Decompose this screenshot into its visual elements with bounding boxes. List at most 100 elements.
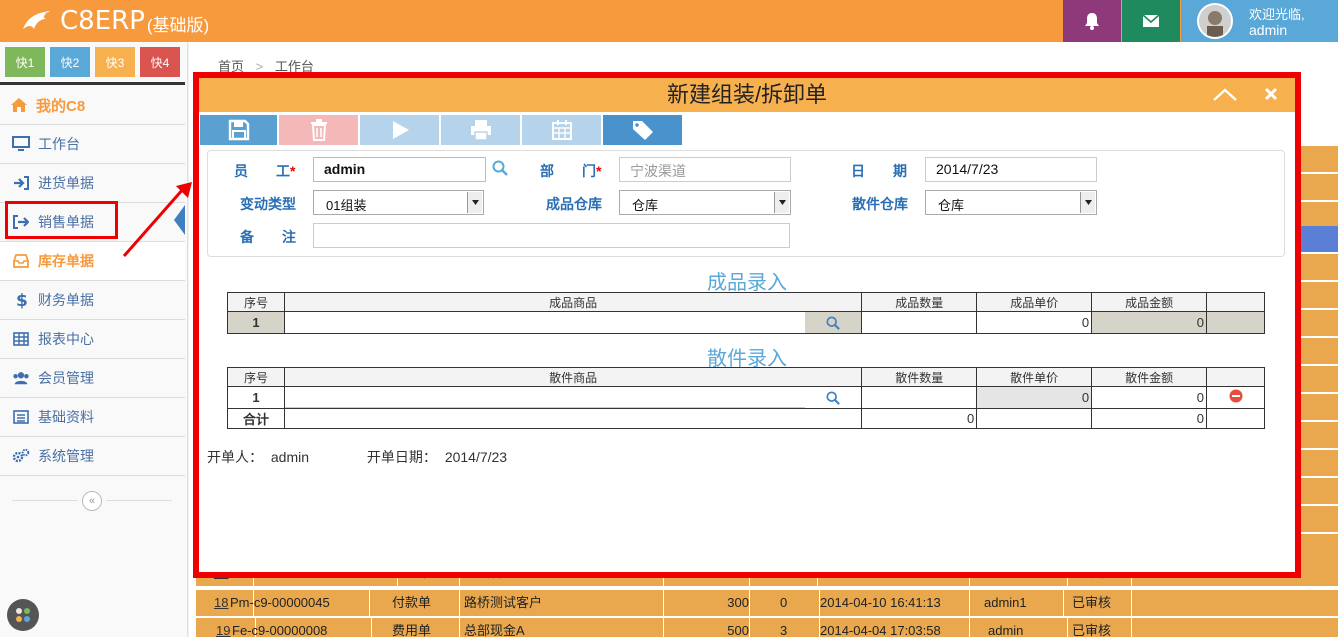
remove-row-cell <box>1206 386 1265 409</box>
product-item-cell[interactable] <box>283 311 863 334</box>
sidebar-item-label: 报表中心 <box>38 331 94 347</box>
nav-title[interactable]: 我的C8 <box>0 86 185 125</box>
column-header: 散件单价 <box>976 367 1093 387</box>
change-type-select[interactable]: 01组装 <box>313 190 484 215</box>
row-party: 路桥测试客户 <box>464 590 664 616</box>
table-row[interactable]: 18 Pm-c9-00000045 付款单 路桥测试客户 300 0 2014-… <box>196 590 1338 616</box>
total-empty-cell <box>283 408 863 429</box>
product-grid-header: 序号 成品商品 成品数量 成品单价 成品金额 <box>227 292 1265 312</box>
calendar-icon <box>551 120 572 140</box>
product-warehouse-select[interactable]: 仓库 <box>619 190 791 215</box>
row-number: 1 <box>227 386 285 409</box>
collapse-divider-left <box>12 500 78 501</box>
row-party: 总部现金A <box>464 618 664 637</box>
total-amount: 0 <box>1091 408 1208 429</box>
submit-button[interactable] <box>360 115 439 145</box>
employee-input[interactable]: admin <box>313 157 486 182</box>
parts-grid: 序号 散件商品 散件数量 散件单价 散件金额 1 0 0 合计 0 0 <box>227 367 1265 429</box>
parts-item-cell[interactable] <box>283 386 863 409</box>
sidebar-item-system[interactable]: 系统管理 <box>0 437 185 476</box>
inbox-icon <box>13 254 29 268</box>
save-button[interactable] <box>200 115 277 145</box>
column-header <box>1206 292 1265 312</box>
collapse-dialog-icon[interactable] <box>1211 84 1239 106</box>
date-input[interactable]: 2014/7/23 <box>925 157 1097 182</box>
sidebar-item-members[interactable]: 会员管理 <box>0 359 185 398</box>
row-status: 已审核 <box>1072 590 1132 616</box>
parts-warehouse-select[interactable]: 仓库 <box>925 190 1097 215</box>
product-search-button[interactable] <box>805 312 862 333</box>
product-amount-cell: 0 <box>1091 311 1208 334</box>
parts-item-input[interactable] <box>284 387 805 408</box>
row-code: Fe-c9-00000008 <box>232 618 372 637</box>
parts-qty-cell[interactable] <box>861 386 978 409</box>
dialog-header: 新建组装/拆卸单 <box>199 78 1295 112</box>
sidebar-divider <box>0 82 185 85</box>
total-action-cell <box>1206 408 1265 429</box>
parts-search-button[interactable] <box>805 387 861 408</box>
parts-grid-header: 序号 散件商品 散件数量 散件单价 散件金额 <box>227 367 1265 387</box>
close-icon <box>1264 87 1278 101</box>
row-time: 2014-04-04 17:03:58 <box>820 618 970 637</box>
dialog-title: 新建组装/拆卸单 <box>666 82 828 107</box>
quick-button-2[interactable]: 快2 <box>50 47 90 77</box>
product-qty-cell[interactable] <box>861 311 978 334</box>
row-user: admin <box>988 618 1068 637</box>
sidebar-item-label: 进货单据 <box>38 175 94 191</box>
product-warehouse-value: 仓库 <box>632 198 659 213</box>
employee-label: 员 工* <box>234 163 296 179</box>
dragon-logo-icon <box>23 11 50 29</box>
column-header: 成品商品 <box>283 292 863 312</box>
column-header: 成品数量 <box>861 292 978 312</box>
user-menu[interactable]: 欢迎光临, admin <box>1181 0 1338 42</box>
tag-button[interactable] <box>603 115 682 145</box>
gears-icon <box>12 448 30 463</box>
quick-button-4[interactable]: 快4 <box>140 47 180 77</box>
sidebar: 快1 快2 快3 快4 我的C8 工作台 进货单据 销售单据 库存单据 $ 财务… <box>0 42 188 637</box>
sidebar-item-finance[interactable]: $ 财务单据 <box>0 281 185 320</box>
chevron-down-icon <box>467 192 482 213</box>
sidebar-item-basic-data[interactable]: 基础资料 <box>0 398 185 437</box>
creator-label: 开单人： <box>207 449 263 465</box>
row-code: Pm-c9-00000045 <box>230 590 370 616</box>
employee-search-icon[interactable] <box>492 160 508 176</box>
close-dialog-button[interactable] <box>1259 82 1283 106</box>
row-type: 付款单 <box>392 590 460 616</box>
notification-button[interactable] <box>1063 0 1121 42</box>
quick-button-1[interactable]: 快1 <box>5 47 45 77</box>
product-section-title: 成品录入 <box>707 272 787 294</box>
collapse-divider-right <box>106 500 172 501</box>
background-table: 17 Ce-c9-00000020 收款单 盐点客户1 100 0 2014-0… <box>196 560 1338 637</box>
table-row[interactable]: 19 Fe-c9-00000008 费用单 总部现金A 500 3 2014-0… <box>196 618 1338 637</box>
sidebar-item-workbench[interactable]: 工作台 <box>0 125 185 164</box>
printer-icon <box>470 120 491 140</box>
product-grid: 序号 成品商品 成品数量 成品单价 成品金额 1 0 0 <box>227 292 1265 334</box>
calendar-button[interactable] <box>522 115 601 145</box>
product-price-cell[interactable]: 0 <box>976 311 1093 334</box>
print-button[interactable] <box>441 115 520 145</box>
svg-text:$: $ <box>16 291 27 309</box>
red-pointer-arrow <box>122 182 192 257</box>
sidebar-item-label: 系统管理 <box>38 448 94 464</box>
parts-amount-cell[interactable]: 0 <box>1091 386 1208 409</box>
apps-menu-button[interactable] <box>7 599 39 631</box>
row-user: admin1 <box>984 590 1064 616</box>
sidebar-collapse-button[interactable]: « <box>82 491 102 511</box>
dialog-footer: 开单人： admin 开单日期： 2014/7/23 <box>207 447 507 467</box>
logo[interactable]: C8ERP (基础版) <box>20 4 209 38</box>
department-input[interactable]: 宁波渠道 <box>619 157 791 182</box>
row-status: 已审核 <box>1072 618 1132 637</box>
remark-input[interactable] <box>313 223 790 248</box>
nav-title-label: 我的C8 <box>36 97 86 115</box>
welcome-text: 欢迎光临, <box>1249 7 1305 22</box>
quick-button-3[interactable]: 快3 <box>95 47 135 77</box>
change-type-value: 01组装 <box>326 198 367 213</box>
product-warehouse-label: 成品仓库 <box>546 196 602 212</box>
minus-circle-icon[interactable] <box>1229 389 1243 403</box>
column-header: 序号 <box>227 292 285 312</box>
message-button[interactable] <box>1122 0 1180 42</box>
header-form: 员 工* admin 部 门* 宁波渠道 日 期 2014/7/23 变动类型 … <box>207 150 1285 257</box>
column-header: 散件数量 <box>861 367 978 387</box>
sidebar-item-reports[interactable]: 报表中心 <box>0 320 185 359</box>
delete-button[interactable] <box>279 115 358 145</box>
